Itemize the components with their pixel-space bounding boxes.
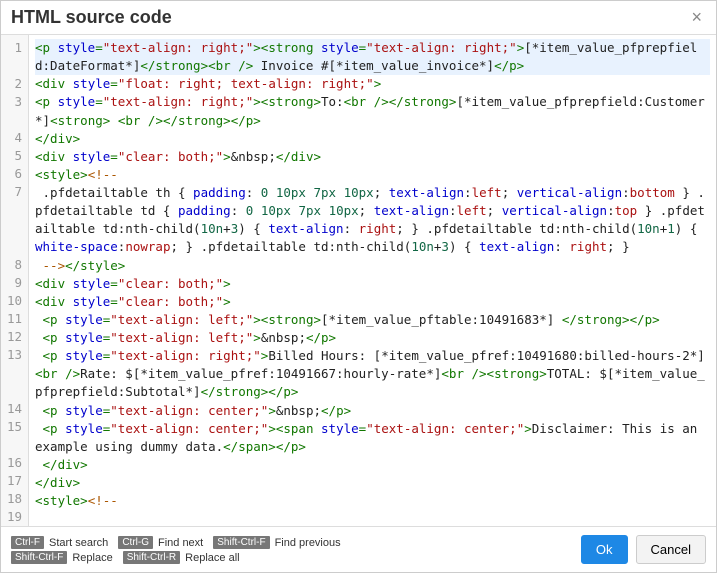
- line-number: 10: [5, 292, 22, 310]
- cancel-button[interactable]: Cancel: [636, 535, 706, 564]
- code-line[interactable]: <p style="text-align: left;">&nbsp;</p>: [35, 329, 710, 347]
- shortcut-label: Start search: [49, 537, 108, 549]
- line-number: 11: [5, 310, 22, 328]
- shortcut-hint: Shift-Ctrl-F Find previous: [213, 536, 340, 549]
- line-number: 13: [5, 346, 22, 400]
- shortcut-label: Replace all: [185, 552, 239, 564]
- line-number: 3: [5, 93, 22, 129]
- dialog-title: HTML source code: [11, 7, 172, 28]
- kbd-icon: Shift-Ctrl-F: [11, 551, 67, 564]
- line-number: 14: [5, 400, 22, 418]
- line-number: 9: [5, 274, 22, 292]
- kbd-icon: Ctrl-G: [118, 536, 153, 549]
- close-icon[interactable]: ×: [687, 7, 706, 28]
- code-line[interactable]: <div style="float: right; text-align: ri…: [35, 75, 710, 93]
- shortcut-hint: Shift-Ctrl-F Replace: [11, 551, 113, 564]
- line-number: 18: [5, 490, 22, 508]
- code-line[interactable]: <div style="clear: both;">&nbsp;</div>: [35, 148, 710, 166]
- line-number: 2: [5, 75, 22, 93]
- html-source-dialog: HTML source code × 123456789101112131415…: [0, 0, 717, 573]
- code-line[interactable]: </div>: [35, 130, 710, 148]
- dialog-header: HTML source code ×: [1, 1, 716, 35]
- line-number: 4: [5, 129, 22, 147]
- line-number: 12: [5, 328, 22, 346]
- code-line[interactable]: .pfdetailtable th { padding: 0 10px 7px …: [35, 184, 710, 257]
- shortcut-label: Find next: [158, 537, 203, 549]
- shortcut-hint: Shift-Ctrl-R Replace all: [123, 551, 240, 564]
- shortcut-label: Find previous: [275, 537, 341, 549]
- shortcut-hint: Ctrl-F Start search: [11, 536, 108, 549]
- shortcut-hint: Ctrl-G Find next: [118, 536, 203, 549]
- code-line[interactable]: </div>: [35, 456, 710, 474]
- ok-button[interactable]: Ok: [581, 535, 628, 564]
- line-number: 15: [5, 418, 22, 454]
- code-editor[interactable]: 1234567891011121314151617181920 <p style…: [1, 35, 716, 526]
- code-line[interactable]: --></style>: [35, 257, 710, 275]
- dialog-footer: Ctrl-F Start search Ctrl-G Find next Shift-C…: [1, 526, 716, 572]
- line-number: 17: [5, 472, 22, 490]
- code-line[interactable]: <div style="clear: both;">: [35, 293, 710, 311]
- line-number: 7: [5, 183, 22, 256]
- line-number: 6: [5, 165, 22, 183]
- code-line[interactable]: <p style="text-align: right;"><strong>To…: [35, 93, 710, 129]
- code-lines[interactable]: <p style="text-align: right;"><strong st…: [29, 35, 716, 526]
- code-line[interactable]: <style><!--: [35, 166, 710, 184]
- kbd-icon: Shift-Ctrl-F: [213, 536, 269, 549]
- shortcut-hints: Ctrl-F Start search Ctrl-G Find next Shift-C…: [11, 536, 341, 564]
- line-number: 19: [5, 508, 22, 526]
- code-line[interactable]: <p style="text-align: right;"><strong st…: [35, 39, 710, 75]
- kbd-icon: Shift-Ctrl-R: [123, 551, 180, 564]
- code-line[interactable]: [35, 510, 710, 526]
- code-line[interactable]: <p style="text-align: center;">&nbsp;</p…: [35, 402, 710, 420]
- code-line[interactable]: </div>: [35, 474, 710, 492]
- dialog-buttons: Ok Cancel: [581, 535, 706, 564]
- code-line[interactable]: <p style="text-align: left;"><strong>[*i…: [35, 311, 710, 329]
- shortcut-label: Replace: [72, 552, 112, 564]
- line-number: 1: [5, 39, 22, 75]
- code-line[interactable]: <p style="text-align: right;">Billed Hou…: [35, 347, 710, 401]
- line-number: 8: [5, 256, 22, 274]
- line-number: 5: [5, 147, 22, 165]
- line-number: 16: [5, 454, 22, 472]
- line-gutter: 1234567891011121314151617181920: [1, 35, 29, 526]
- code-line[interactable]: <p style="text-align: center;"><span sty…: [35, 420, 710, 456]
- code-line[interactable]: <style><!--: [35, 492, 710, 510]
- code-line[interactable]: <div style="clear: both;">: [35, 275, 710, 293]
- kbd-icon: Ctrl-F: [11, 536, 44, 549]
